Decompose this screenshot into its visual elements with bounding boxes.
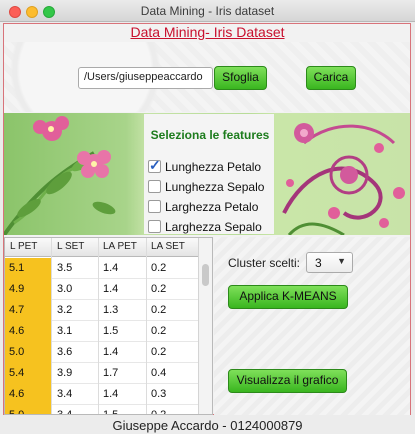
table-cell: 0.2 (151, 262, 167, 274)
column-divider (98, 238, 99, 414)
scrollbar-thumb[interactable] (202, 264, 209, 286)
table-cell: 3.2 (57, 304, 73, 316)
column-divider (51, 238, 52, 414)
table-cell: 4.7 (5, 300, 51, 321)
chevron-down-icon: ▼ (337, 256, 346, 266)
table-row[interactable]: 4.6 3.1 1.5 0.2 (5, 321, 200, 342)
app-window: Data Mining - Iris dataset Data Mining- … (0, 0, 415, 434)
table-row[interactable]: 4.6 3.4 1.4 0.3 (5, 384, 200, 405)
title-bar: Data Mining - Iris dataset (0, 0, 415, 22)
table-cell: 1.5 (103, 409, 119, 415)
table-row[interactable]: 5.0 3.4 1.5 0.2 (5, 405, 200, 415)
table-cell: 0.2 (151, 346, 167, 358)
table-cell: 4.9 (5, 279, 51, 300)
file-path-field[interactable]: /Users/giuseppeaccardo (78, 67, 213, 89)
table-cell: 0.2 (151, 283, 167, 295)
table-cell: 1.7 (103, 367, 119, 379)
checkbox-lunghezza-sepalo[interactable] (148, 180, 161, 193)
table-row[interactable]: 5.4 3.9 1.7 0.4 (5, 363, 200, 384)
browse-button[interactable]: Sfoglia (214, 66, 267, 90)
column-header[interactable]: L PET (10, 241, 37, 252)
table-cell: 3.6 (57, 346, 73, 358)
feature-option-larghezza-petalo[interactable]: Larghezza Petalo (145, 198, 273, 216)
table-cell: 0.2 (151, 304, 167, 316)
table-cell: 3.4 (57, 388, 73, 400)
table-cell: 3.1 (57, 325, 73, 337)
table-cell: 1.4 (103, 262, 119, 274)
feature-option-lunghezza-petalo[interactable]: Lunghezza Petalo (145, 157, 273, 176)
feature-label: Lunghezza Petalo (165, 160, 262, 174)
table-cell: 0.3 (151, 388, 167, 400)
checkbox-lunghezza-petalo[interactable] (148, 157, 161, 174)
table-row[interactable]: 4.7 3.2 1.3 0.2 (5, 300, 200, 321)
column-header[interactable]: LA PET (103, 241, 137, 252)
feature-label: Larghezza Petalo (165, 200, 259, 214)
table-cell: 3.9 (57, 367, 73, 379)
checkbox-larghezza-sepalo[interactable] (148, 220, 161, 233)
table-cell: 1.5 (103, 325, 119, 337)
load-button[interactable]: Carica (306, 66, 356, 90)
table-cell: 0.4 (151, 367, 167, 379)
table-cell: 0.2 (151, 325, 167, 337)
table-cell: 5.4 (5, 363, 51, 384)
table-cell: 0.2 (151, 409, 167, 415)
table-row[interactable]: 4.9 3.0 1.4 0.2 (5, 279, 200, 300)
feature-option-lunghezza-sepalo[interactable]: Lunghezza Sepalo (145, 178, 273, 196)
table-cell: 3.0 (57, 283, 73, 295)
table-cell: 1.3 (103, 304, 119, 316)
feature-option-larghezza-sepalo[interactable]: Larghezza Sepalo (145, 218, 273, 236)
column-divider (146, 238, 147, 414)
table-row[interactable]: 5.1 3.5 1.4 0.2 (5, 258, 200, 279)
table-cell: 5.0 (5, 405, 51, 414)
table-cell: 3.4 (57, 409, 73, 415)
table-cell: 1.4 (103, 346, 119, 358)
table-cell: 5.0 (5, 342, 51, 363)
apply-kmeans-button[interactable]: Applica K-MEANS (228, 285, 348, 309)
table-cell: 1.4 (103, 283, 119, 295)
table-cell: 1.4 (103, 388, 119, 400)
table-header: L PET L SET LA PET LA SET (5, 238, 200, 257)
column-header[interactable]: LA SET (151, 241, 185, 252)
table-cell: 4.6 (5, 384, 51, 405)
app-title: Data Mining- Iris Dataset (130, 24, 285, 40)
footer-author: Giuseppe Accardo - 0124000879 (112, 418, 303, 433)
table-scrollbar[interactable] (198, 238, 212, 414)
feature-label: Lunghezza Sepalo (165, 180, 265, 194)
cluster-count-label: Cluster scelti: (228, 256, 301, 270)
show-chart-button[interactable]: Visualizza il grafico (228, 369, 347, 393)
checkbox-larghezza-petalo[interactable] (148, 200, 161, 213)
table-row[interactable]: 5.0 3.6 1.4 0.2 (5, 342, 200, 363)
feature-label: Larghezza Sepalo (165, 220, 262, 234)
table-cell: 3.5 (57, 262, 73, 274)
table-cell: 4.6 (5, 321, 51, 342)
cluster-count-value: 3 (315, 256, 322, 270)
column-header[interactable]: L SET (57, 241, 84, 252)
iris-data-table[interactable]: L PET L SET LA PET LA SET 5.1 3.5 1.4 0.2 4.… (4, 237, 213, 415)
window-title: Data Mining - Iris dataset (140, 4, 275, 18)
table-cell: 5.1 (5, 258, 51, 279)
cluster-count-select[interactable]: 3 ▼ (306, 252, 353, 273)
features-title: Seleziona le features (150, 128, 270, 142)
